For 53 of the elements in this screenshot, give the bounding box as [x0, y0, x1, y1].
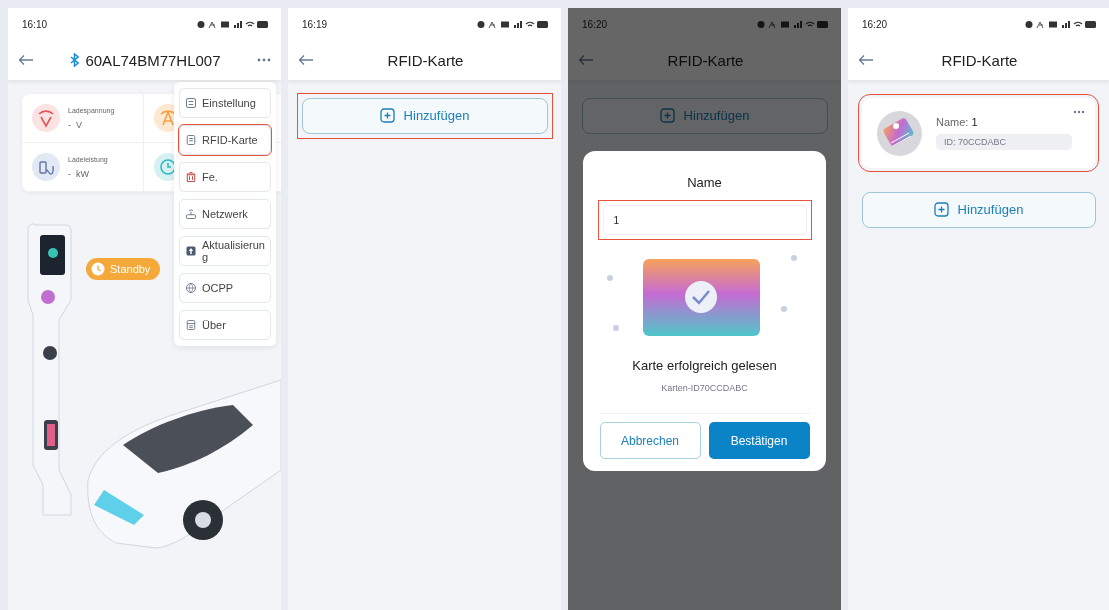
screen-title: RFID-Karte [941, 51, 1018, 69]
plus-icon [659, 108, 675, 123]
card-id: ID: 70CCDABC [936, 134, 1072, 150]
power-icon [32, 153, 60, 181]
status-time: 16:20 [862, 18, 888, 30]
stat-value: - kW [68, 168, 90, 179]
menu-item[interactable]: Netzwerk [179, 199, 271, 229]
clock-icon [91, 262, 105, 276]
plus-icon [933, 202, 949, 217]
card-id-text: Karten-ID70CCDABC [661, 383, 748, 393]
menu-item-icon [185, 171, 197, 183]
menu-item-icon [185, 245, 197, 258]
card-name: Name: 1 [936, 116, 979, 128]
menu-item[interactable]: Fe. [179, 162, 271, 192]
more-icon[interactable] [257, 58, 271, 62]
dialog-title: Name [687, 175, 722, 190]
confirm-button[interactable]: Bestätigen [708, 422, 810, 459]
menu-item-icon [185, 134, 197, 146]
menu-item-icon [185, 282, 197, 295]
more-icon[interactable] [1073, 110, 1085, 114]
plus-icon [379, 108, 395, 123]
success-message: Karte erfolgreich gelesen [632, 358, 777, 373]
status-icons-drawing [477, 19, 549, 29]
add-button[interactable]: Hinzufügen [301, 97, 548, 134]
status-icons-drawing [197, 19, 269, 29]
screen-title: 60AL74BM77HL007 [85, 51, 221, 69]
back-arrow-icon[interactable] [18, 54, 34, 66]
menu-item[interactable]: RFID-Karte [179, 125, 271, 155]
back-arrow-icon[interactable] [298, 54, 314, 66]
bluetooth-icon [70, 53, 80, 67]
menu-item[interactable]: Über [179, 310, 271, 341]
menu-item[interactable]: Aktualisierung [179, 236, 271, 267]
status-badge: Standby [86, 258, 161, 280]
add-button[interactable]: Hinzufügen [861, 191, 1096, 228]
back-arrow-icon[interactable] [578, 54, 594, 66]
screen-title: RFID-Karte [387, 51, 464, 69]
back-arrow-icon[interactable] [858, 54, 874, 66]
status-time: 16:10 [22, 18, 48, 30]
menu-item[interactable]: OCPP [179, 273, 271, 304]
cancel-button[interactable]: Abbrechen [599, 422, 701, 459]
name-input-field[interactable]: 1 [602, 205, 807, 235]
card-avatar-icon [877, 110, 922, 156]
menu-item-icon [185, 208, 197, 220]
voltage-icon [32, 104, 60, 132]
stat-value: - V [68, 119, 84, 130]
menu-item-icon [185, 319, 197, 332]
menu-item-icon [185, 97, 197, 109]
screen-title: RFID-Karte [667, 51, 744, 69]
status-time: 16:19 [302, 18, 328, 30]
status-icons-drawing [1025, 19, 1097, 29]
status-time: 16:20 [582, 18, 608, 30]
status-icons-drawing [757, 19, 829, 29]
menu-item[interactable]: Einstellung [179, 88, 271, 118]
